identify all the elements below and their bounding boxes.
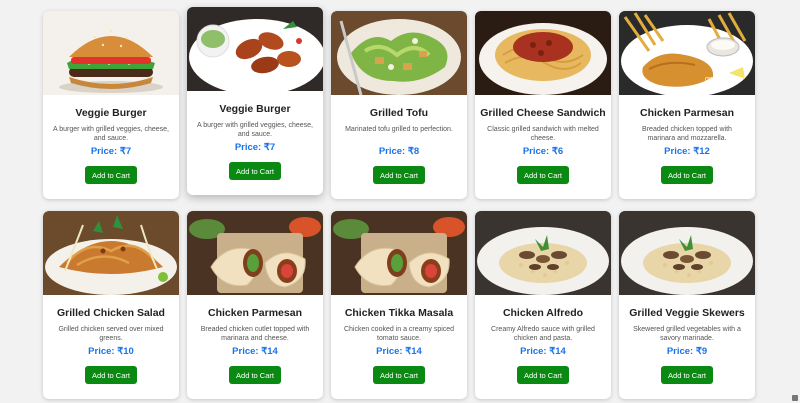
product-card: Chicken Alfredo Creamy Alfredo sauce with… — [475, 211, 611, 399]
product-description: Skewered grilled vegetables with a savor… — [633, 326, 741, 342]
product-price: Price: ₹9 — [666, 346, 708, 357]
product-card: gettyimages Chicken Parmesan Breaded chick… — [619, 11, 755, 199]
product-price: Price: ₹14 — [520, 346, 566, 357]
add-to-cart-button[interactable]: Add to Cart — [85, 366, 137, 384]
product-description: Chicken cooked in a creamy spiced tomato… — [343, 326, 455, 342]
product-price: Price: ₹8 — [378, 146, 420, 157]
product-description: A burger with grilled veggies, cheese, a… — [53, 126, 169, 142]
product-title: Grilled Chicken Salad — [57, 307, 165, 319]
add-to-cart-button[interactable]: Add to Cart — [229, 366, 281, 384]
product-title: Veggie Burger — [219, 103, 291, 115]
product-title: Chicken Alfredo — [502, 307, 584, 319]
product-title: Grilled Tofu — [369, 107, 429, 119]
add-to-cart-button[interactable]: Add to Cart — [229, 162, 281, 180]
product-price: Price: ₹14 — [232, 346, 278, 357]
product-card: Grilled Veggie Skewers Skewered grilled v… — [619, 211, 755, 399]
add-to-cart-button[interactable]: Add to Cart — [661, 166, 713, 184]
burrito-wraps-photo — [331, 211, 467, 295]
product-card: Chicken Tikka Masala Chicken cooked in a … — [331, 211, 467, 399]
product-title: Chicken Parmesan — [640, 107, 734, 119]
noodle-stir-fry-photo — [43, 211, 179, 295]
product-title: Grilled Veggie Skewers — [629, 307, 745, 319]
add-to-cart-button[interactable]: Add to Cart — [661, 366, 713, 384]
product-title: Grilled Cheese Sandwich — [480, 107, 606, 119]
fried-chicken-and-fries-photo: gettyimages — [619, 11, 755, 95]
product-price: Price: ₹10 — [88, 346, 134, 357]
product-card: Grilled Cheese Sandwich Classic grilled s… — [475, 11, 611, 199]
add-to-cart-button[interactable]: Add to Cart — [373, 166, 425, 184]
burrito-wraps-photo — [187, 211, 323, 295]
product-card: Chicken Parmesan Breaded chicken cutlet t… — [187, 211, 323, 399]
product-description: Grilled chicken served over mixed greens… — [58, 326, 164, 342]
mushroom-risotto-photo — [619, 211, 755, 295]
chicken-wings-with-dip-photo — [187, 7, 323, 91]
spaghetti-bolognese-photo — [475, 11, 611, 95]
veggie-burger-photo — [43, 11, 179, 95]
product-description: Breaded chicken cutlet topped with marin… — [200, 326, 310, 342]
product-price: Price: ₹6 — [522, 146, 564, 157]
product-description: Creamy Alfredo sauce with grilled chicke… — [491, 326, 595, 342]
add-to-cart-button[interactable]: Add to Cart — [373, 366, 425, 384]
scrollbar-corner[interactable] — [792, 395, 798, 401]
add-to-cart-button[interactable]: Add to Cart — [85, 166, 137, 184]
mushroom-risotto-photo — [475, 211, 611, 295]
product-title: Veggie Burger — [75, 107, 147, 119]
product-card: Grilled Chicken Salad Grilled chicken ser… — [43, 211, 179, 399]
caesar-salad-photo — [331, 11, 467, 95]
add-to-cart-button[interactable]: Add to Cart — [517, 166, 569, 184]
product-description: Breaded chicken topped with marinara and… — [642, 126, 732, 142]
add-to-cart-button[interactable]: Add to Cart — [517, 366, 569, 384]
product-card: Veggie Burger A burger with grilled veggi… — [187, 7, 323, 195]
product-price: Price: ₹14 — [376, 346, 422, 357]
product-price: Price: ₹12 — [664, 146, 710, 157]
product-description: Classic grilled sandwich with melted che… — [487, 126, 599, 142]
product-title: Chicken Parmesan — [208, 307, 302, 319]
product-grid: Veggie Burger A burger with grilled veggi… — [43, 7, 757, 399]
product-price: Price: ₹7 — [234, 142, 276, 153]
product-card: Veggie Burger A burger with grilled veggi… — [43, 11, 179, 199]
product-description: A burger with grilled veggies, cheese, a… — [197, 122, 313, 138]
watermark: gettyimages — [705, 76, 743, 83]
product-title: Chicken Tikka Masala — [344, 307, 454, 319]
product-description: Marinated tofu grilled to perfection. — [345, 126, 453, 133]
product-price: Price: ₹7 — [90, 146, 132, 157]
product-card: Grilled Tofu Marinated tofu grilled to pe… — [331, 11, 467, 199]
